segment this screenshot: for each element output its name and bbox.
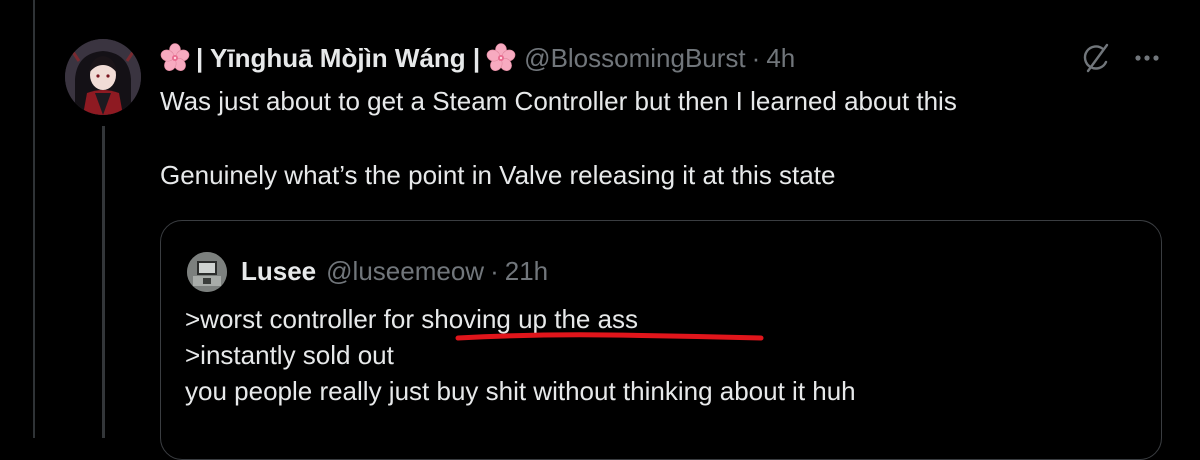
more-options-icon[interactable] [1130, 44, 1164, 72]
quoted-tweet-card[interactable]: Lusee @luseemeow · 21h >worst controller… [160, 220, 1162, 460]
red-underline-annotation [455, 332, 764, 341]
tweet-text-line: Genuinely what’s the point in Valve rele… [160, 160, 836, 190]
quoted-text-line: you people really just buy shit without … [185, 376, 856, 406]
quoted-tweet-timestamp[interactable]: 21h [505, 256, 548, 287]
timeline-left-border [33, 0, 35, 438]
quoted-header-separator: · [490, 255, 499, 286]
author-display-name[interactable]: | Yīnghuā Mòjìn Wáng | [196, 43, 480, 74]
header-separator: · [751, 42, 761, 73]
grok-icon[interactable] [1078, 40, 1114, 76]
tweet-body: Was just about to get a Steam Controller… [160, 84, 1160, 192]
quoted-author-display-name[interactable]: Lusee [241, 256, 316, 287]
tweet-header: | Yīnghuā Mòjìn Wáng | @BlossomingBurst … [160, 38, 795, 78]
thread-connector-line [102, 126, 105, 438]
quoted-author-handle[interactable]: @luseemeow [326, 256, 484, 287]
author-avatar[interactable] [65, 39, 141, 115]
cherry-blossom-icon [486, 43, 516, 73]
tweet-timestamp[interactable]: 4h [766, 43, 795, 74]
quoted-tweet-header: Lusee @luseemeow · 21h [241, 253, 548, 289]
quoted-tweet-body: >worst controller for shoving up the ass… [185, 301, 1145, 409]
author-handle[interactable]: @BlossomingBurst [524, 43, 745, 74]
cherry-blossom-icon [160, 43, 190, 73]
quoted-author-avatar [187, 252, 227, 292]
tweet-text-line: Was just about to get a Steam Controller… [160, 86, 957, 116]
